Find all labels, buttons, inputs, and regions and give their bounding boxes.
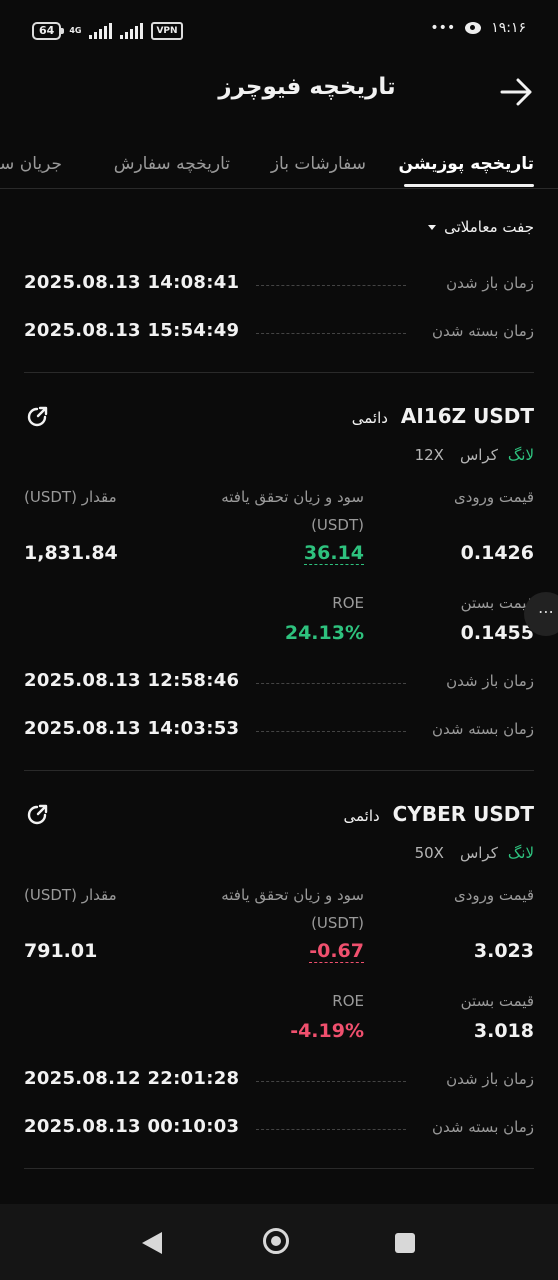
tab-bar: تاریخچه پوزیشن سفارشات باز تاریخچه سفارش… bbox=[0, 140, 558, 189]
pnl-value[interactable]: 36.14 bbox=[303, 542, 364, 565]
amount-value: 1,831.84 bbox=[24, 542, 118, 564]
roe-value: 24.13% bbox=[284, 622, 364, 644]
dashed-leader bbox=[256, 1129, 406, 1130]
divider bbox=[24, 770, 534, 771]
margin-mode-badge: کراس bbox=[459, 446, 498, 464]
close-price-label: قیمت بستن bbox=[460, 594, 534, 612]
entry-price-label: قیمت ورودی bbox=[453, 488, 534, 506]
open-time-label: زمان باز شدن bbox=[446, 672, 534, 690]
active-tab-indicator bbox=[404, 184, 534, 187]
signal-icon bbox=[89, 23, 113, 39]
dashed-leader bbox=[256, 683, 406, 684]
pair-filter[interactable]: جفت معاملاتی bbox=[428, 218, 534, 236]
open-time-label: زمان باز شدن bbox=[446, 274, 534, 292]
entry-price-value: 0.1426 bbox=[460, 542, 534, 564]
symbol-title: AI16Z USDT دائمی bbox=[352, 404, 534, 428]
divider bbox=[24, 1168, 534, 1169]
nav-home-icon[interactable] bbox=[263, 1228, 289, 1254]
status-bar: 64 4G VPN ••• ۱۹:۱۶ bbox=[0, 0, 558, 66]
tab-open-orders[interactable]: سفارشات باز bbox=[271, 154, 366, 174]
pnl-label: سود و زیان تحقق یافته bbox=[221, 488, 364, 506]
close-time-value: 2025.08.13 00:10:03 bbox=[24, 1116, 240, 1137]
pnl-label: سود و زیان تحقق یافته bbox=[221, 886, 364, 904]
leverage-badge: 50X bbox=[414, 844, 444, 862]
nav-back-icon[interactable] bbox=[142, 1232, 162, 1254]
roe-label: ROE bbox=[332, 594, 364, 612]
position-tags: لانگ کراس 12X bbox=[415, 446, 534, 464]
tab-order-history[interactable]: تاریخچه سفارش bbox=[114, 154, 230, 174]
roe-value: -4.19% bbox=[290, 1020, 364, 1042]
close-time-row: 2025.08.13 00:10:03 زمان بسته شدن bbox=[24, 1116, 534, 1142]
back-arrow-icon[interactable] bbox=[498, 74, 534, 110]
share-icon[interactable] bbox=[24, 404, 50, 430]
entry-price-value: 3.023 bbox=[473, 940, 534, 962]
screen-record-icon bbox=[465, 22, 482, 34]
symbol-name: AI16Z USDT bbox=[400, 404, 534, 428]
pnl-unit-label: (USDT) bbox=[311, 516, 364, 534]
caret-down-icon bbox=[428, 224, 437, 230]
open-time-row: 2025.08.13 14:08:41 زمان باز شدن bbox=[24, 272, 534, 298]
side-badge: لانگ bbox=[507, 446, 534, 464]
margin-mode-badge: کراس bbox=[459, 844, 498, 862]
entry-price-label: قیمت ورودی bbox=[453, 886, 534, 904]
close-time-label: زمان بسته شدن bbox=[432, 322, 534, 340]
app-header: تاریخچه فیوچرز bbox=[0, 66, 558, 118]
close-time-label: زمان بسته شدن bbox=[432, 1118, 534, 1136]
perpetual-label: دائمی bbox=[351, 409, 388, 427]
close-price-label: قیمت بستن bbox=[460, 992, 534, 1010]
signal-icon-2 bbox=[120, 23, 144, 39]
nav-recents-icon[interactable] bbox=[395, 1233, 415, 1253]
open-time-value: 2025.08.13 14:08:41 bbox=[24, 272, 240, 293]
open-time-value: 2025.08.13 12:58:46 bbox=[24, 670, 240, 691]
close-time-value: 2025.08.13 14:03:53 bbox=[24, 718, 240, 739]
dashed-leader bbox=[256, 1081, 406, 1082]
pnl-value[interactable]: -0.67 bbox=[309, 940, 364, 963]
roe-label: ROE bbox=[332, 992, 364, 1010]
dashed-leader bbox=[256, 731, 406, 732]
tab-position-history[interactable]: تاریخچه پوزیشن bbox=[399, 154, 534, 174]
open-time-row: 2025.08.13 12:58:46 زمان باز شدن bbox=[24, 670, 534, 696]
amount-value: 791.01 bbox=[24, 940, 98, 962]
open-time-value: 2025.08.12 22:01:28 bbox=[24, 1068, 240, 1089]
amount-label: مقدار (USDT) bbox=[24, 886, 117, 904]
share-icon[interactable] bbox=[24, 802, 50, 828]
tab-fund-flow[interactable]: جریان سرمایه bbox=[0, 154, 62, 174]
system-nav-bar bbox=[0, 1204, 558, 1280]
vpn-icon: VPN bbox=[151, 22, 183, 40]
pair-filter-label: جفت معاملاتی bbox=[444, 218, 534, 236]
amount-label: مقدار (USDT) bbox=[24, 488, 117, 506]
page-title: تاریخچه فیوچرز bbox=[218, 74, 396, 100]
side-badge: لانگ bbox=[507, 844, 534, 862]
close-time-label: زمان بسته شدن bbox=[432, 720, 534, 738]
network-type: 4G bbox=[69, 26, 82, 35]
dashed-leader bbox=[256, 333, 406, 334]
open-time-row: 2025.08.12 22:01:28 زمان باز شدن bbox=[24, 1068, 534, 1094]
symbol-title: CYBER USDT دائمی bbox=[344, 802, 535, 826]
perpetual-label: دائمی bbox=[343, 807, 380, 825]
symbol-name: CYBER USDT bbox=[392, 802, 534, 826]
close-price-value: 0.1455 bbox=[460, 622, 534, 644]
position-tags: لانگ کراس 50X bbox=[415, 844, 534, 862]
battery-icon: 64 bbox=[32, 22, 65, 40]
leverage-badge: 12X bbox=[414, 446, 444, 464]
dashed-leader bbox=[256, 285, 406, 286]
more-dots-icon: ••• bbox=[430, 20, 456, 36]
close-time-row: 2025.08.13 15:54:49 زمان بسته شدن bbox=[24, 320, 534, 346]
open-time-label: زمان باز شدن bbox=[446, 1070, 534, 1088]
close-time-value: 2025.08.13 15:54:49 bbox=[24, 320, 240, 341]
clock: ۱۹:۱۶ bbox=[491, 20, 526, 36]
divider bbox=[24, 372, 534, 373]
pnl-unit-label: (USDT) bbox=[311, 914, 364, 932]
close-price-value: 3.018 bbox=[473, 1020, 534, 1042]
close-time-row: 2025.08.13 14:03:53 زمان بسته شدن bbox=[24, 718, 534, 744]
